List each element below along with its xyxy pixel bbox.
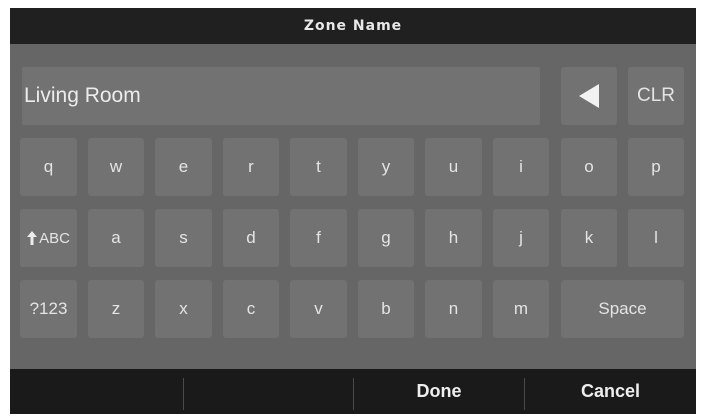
symbols-label: ?123 xyxy=(29,299,68,318)
clear-label: CLR xyxy=(636,85,675,106)
key-j[interactable]: j xyxy=(493,209,549,267)
triangle-left-icon xyxy=(579,84,599,108)
key-m[interactable]: m xyxy=(493,280,549,338)
key-label: v xyxy=(314,299,323,318)
title-bar: Zone Name xyxy=(10,8,696,44)
backspace-button[interactable] xyxy=(561,67,617,125)
key-label: n xyxy=(448,299,459,318)
key-g[interactable]: g xyxy=(358,209,414,267)
key-y[interactable]: y xyxy=(358,138,414,196)
bottom-bar: Done Cancel xyxy=(10,369,696,414)
key-label: o xyxy=(584,157,594,176)
key-label: l xyxy=(654,228,658,247)
clear-button[interactable]: CLR xyxy=(628,67,684,125)
key-s[interactable]: s xyxy=(155,209,212,267)
key-i[interactable]: i xyxy=(493,138,549,196)
key-k[interactable]: k xyxy=(561,209,617,267)
key-label: e xyxy=(178,157,189,176)
key-label: i xyxy=(519,157,523,176)
shift-label: ABC xyxy=(39,229,70,247)
key-label: x xyxy=(179,299,188,318)
key-c[interactable]: c xyxy=(223,280,279,338)
key-e[interactable]: e xyxy=(155,138,212,196)
key-o[interactable]: o xyxy=(561,138,617,196)
key-label: k xyxy=(584,228,594,247)
zone-name-value: Living Room xyxy=(24,84,141,107)
key-label: p xyxy=(651,157,661,176)
key-l[interactable]: l xyxy=(628,209,684,267)
symbols-button[interactable]: ?123 xyxy=(20,280,77,338)
keyboard-dialog: Zone Name Living Room CLR q w e r t y u … xyxy=(10,8,696,414)
key-w[interactable]: w xyxy=(88,138,144,196)
key-label: s xyxy=(179,228,188,247)
key-label: w xyxy=(109,157,123,176)
shift-button[interactable]: ABC xyxy=(20,209,77,267)
key-label: z xyxy=(111,299,121,318)
key-u[interactable]: u xyxy=(425,138,482,196)
space-button[interactable]: Space xyxy=(561,280,684,338)
key-label: t xyxy=(316,157,321,176)
key-label: q xyxy=(43,157,54,176)
cancel-button[interactable]: Cancel xyxy=(525,369,696,414)
divider xyxy=(183,378,184,410)
key-label: u xyxy=(448,157,459,176)
key-v[interactable]: v xyxy=(290,280,347,338)
arrow-up-icon xyxy=(27,231,38,245)
done-button[interactable]: Done xyxy=(354,369,524,414)
key-label: h xyxy=(448,228,459,247)
key-z[interactable]: z xyxy=(88,280,144,338)
key-n[interactable]: n xyxy=(425,280,482,338)
key-label: j xyxy=(519,228,523,247)
key-label: m xyxy=(513,299,529,318)
key-h[interactable]: h xyxy=(425,209,482,267)
key-label: b xyxy=(381,299,391,318)
cancel-label: Cancel xyxy=(580,381,641,401)
key-label: y xyxy=(381,157,391,176)
key-b[interactable]: b xyxy=(358,280,414,338)
key-label: d xyxy=(246,228,256,247)
key-a[interactable]: a xyxy=(88,209,144,267)
key-t[interactable]: t xyxy=(290,138,347,196)
done-label: Done xyxy=(416,381,462,401)
key-r[interactable]: r xyxy=(223,138,279,196)
key-label: f xyxy=(316,228,321,247)
key-label: c xyxy=(246,299,256,318)
key-x[interactable]: x xyxy=(155,280,212,338)
key-p[interactable]: p xyxy=(628,138,684,196)
dialog-title: Zone Name xyxy=(303,18,403,34)
key-label: a xyxy=(111,228,121,247)
space-label: Space xyxy=(598,299,647,318)
key-f[interactable]: f xyxy=(290,209,347,267)
key-label: g xyxy=(381,228,391,247)
key-q[interactable]: q xyxy=(20,138,77,196)
zone-name-input[interactable]: Living Room xyxy=(22,67,540,125)
key-label: r xyxy=(248,157,254,176)
key-d[interactable]: d xyxy=(223,209,279,267)
